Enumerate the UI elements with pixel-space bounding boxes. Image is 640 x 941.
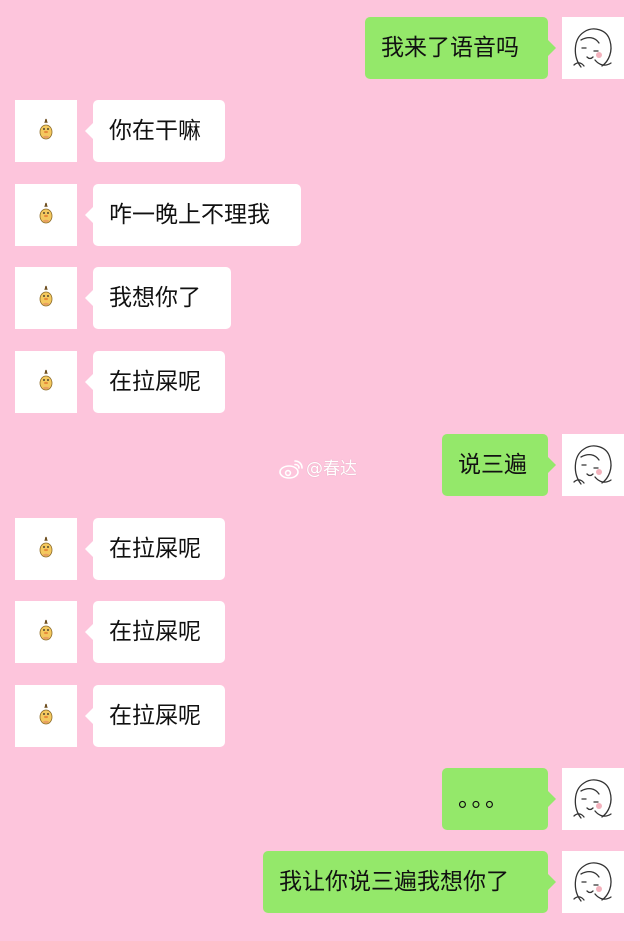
message-bubble-sent[interactable]: 我让你说三遍我想你了: [263, 851, 556, 913]
sketch-face-avatar-icon: [573, 779, 612, 819]
message-text: 我来了语音吗: [381, 35, 519, 61]
avatar[interactable]: [15, 601, 77, 663]
message-text: 咋一晚上不理我: [109, 202, 270, 228]
avatar[interactable]: [15, 351, 77, 413]
message-text: 说三遍: [458, 452, 527, 478]
duck-avatar-icon: [39, 118, 53, 140]
duck-avatar-icon: [39, 285, 53, 307]
duck-avatar-icon: [39, 202, 53, 224]
avatar[interactable]: [562, 768, 624, 830]
message-text: 我让你说三遍我想你了: [279, 869, 509, 895]
message-bubble-received[interactable]: 在拉屎呢: [85, 518, 225, 580]
duck-avatar-icon: [39, 703, 53, 725]
message-row: 我让你说三遍我想你了: [0, 851, 640, 913]
message-bubble-received[interactable]: 我想你了: [85, 267, 231, 329]
message-text: 你在干嘛: [109, 118, 201, 144]
avatar[interactable]: [15, 100, 77, 162]
message-row: 在拉屎呢: [0, 601, 640, 663]
message-bubble-received[interactable]: 在拉屎呢: [85, 685, 225, 747]
message-row: 我想你了: [0, 267, 640, 329]
message-row: 咋一晚上不理我: [0, 184, 640, 246]
duck-avatar-icon: [39, 536, 53, 558]
message-bubble-sent[interactable]: 说三遍: [442, 434, 556, 496]
avatar[interactable]: [15, 267, 77, 329]
weibo-watermark: @春达: [278, 455, 357, 483]
message-row: 。。。: [0, 768, 640, 830]
message-row: 在拉屎呢: [0, 518, 640, 580]
avatar[interactable]: [562, 851, 624, 913]
message-text: 。。。: [458, 786, 510, 812]
weibo-handle: @春达: [306, 459, 357, 479]
avatar[interactable]: [562, 434, 624, 496]
message-text: 在拉屎呢: [109, 536, 201, 562]
duck-avatar-icon: [39, 619, 53, 641]
message-text: 在拉屎呢: [109, 619, 201, 645]
message-text: 在拉屎呢: [109, 703, 201, 729]
message-bubble-received[interactable]: 你在干嘛: [85, 100, 225, 162]
weibo-logo-icon: [278, 458, 304, 480]
avatar[interactable]: [15, 518, 77, 580]
message-bubble-sent[interactable]: 我来了语音吗: [365, 17, 556, 79]
message-row: 在拉屎呢: [0, 685, 640, 747]
avatar[interactable]: [562, 17, 624, 79]
avatar[interactable]: [15, 685, 77, 747]
message-row: 我来了语音吗: [0, 17, 640, 79]
sketch-face-avatar-icon: [573, 445, 612, 485]
sketch-face-avatar-icon: [573, 28, 612, 68]
message-row: 在拉屎呢: [0, 351, 640, 413]
message-bubble-received[interactable]: 咋一晚上不理我: [85, 184, 301, 246]
message-text: 我想你了: [109, 285, 201, 311]
message-bubble-sent[interactable]: 。。。: [442, 768, 556, 830]
duck-avatar-icon: [39, 369, 53, 391]
sketch-face-avatar-icon: [573, 862, 612, 902]
avatar[interactable]: [15, 184, 77, 246]
message-text: 在拉屎呢: [109, 369, 201, 395]
message-row: 你在干嘛: [0, 100, 640, 162]
message-bubble-received[interactable]: 在拉屎呢: [85, 351, 225, 413]
message-bubble-received[interactable]: 在拉屎呢: [85, 601, 225, 663]
